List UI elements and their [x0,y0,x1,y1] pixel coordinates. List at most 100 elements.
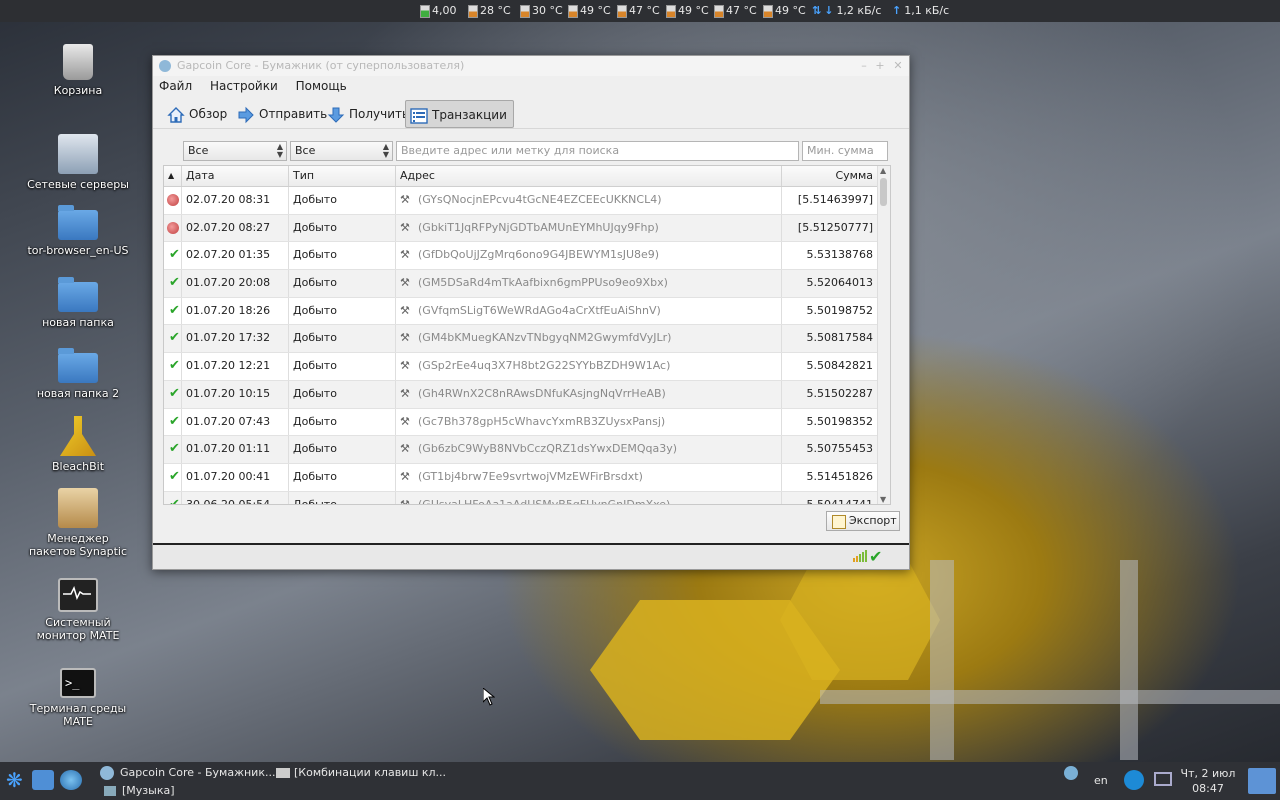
transactions-label: Транзакции [432,108,507,122]
wallpaper-beam [1120,560,1138,760]
type-cell: Добыто [289,214,396,242]
amount-cell: 5.50198752 [782,297,878,325]
temp-sensor-6[interactable]: 47 °C [714,4,757,18]
address-search-input[interactable]: Введите адрес или метку для поиска [396,141,799,161]
date-cell: 01.07.20 18:26 [182,297,289,325]
date-column-header[interactable]: Дата [182,166,289,186]
receive-button[interactable]: Получить [323,100,415,128]
desktop-icon-system-monitor[interactable]: Системный монитор MATE [18,578,138,642]
date-filter-select[interactable]: Все ▲ ▼ [183,141,287,161]
gapcoin-tray-icon[interactable] [1064,766,1078,780]
menu-settings[interactable]: Настройки [210,79,278,93]
table-row[interactable]: ✔ 01.07.20 10:15 Добыто ⚒ (Gh4RWnX2C8nRAwsDN… [164,380,890,409]
menu-launcher-icon[interactable]: ❋ [6,768,23,792]
amount-column-header[interactable]: Сумма [782,166,878,186]
date-cell: 01.07.20 20:08 [182,270,289,297]
table-row[interactable]: ✔ 01.07.20 00:41 Добыто ⚒ (GT1bj4brw7Ee9svrt… [164,463,890,492]
table-row[interactable]: ✔ 02.07.20 01:35 Добыто ⚒ (GfDbQoUjJZgMrq6on… [164,242,890,271]
address-cell: ⚒ (GYsQNocjnEPcvu4tGcNE4EZCEEcUKKNCL4) [396,187,782,214]
type-filter-select[interactable]: Все ▲ ▼ [290,141,393,161]
status-column-header[interactable]: ▲ [164,166,182,186]
show-desktop-icon[interactable] [32,770,54,790]
desktop-icon-trash[interactable]: Корзина [18,44,138,97]
table-scrollbar[interactable]: ▲ ▼ [877,166,890,504]
menu-help[interactable]: Помощь [296,79,347,93]
send-label: Отправить [259,107,328,121]
desktop-icon-terminal[interactable]: >_ Терминал среды MATE [18,668,138,728]
close-button[interactable]: ✕ [891,56,905,76]
temp-value: 49 °C [678,4,709,17]
scroll-thumb[interactable] [880,178,887,206]
table-row[interactable]: ✔ 01.07.20 17:32 Добыто ⚒ (GM4bKMuegKANzvTNb… [164,325,890,354]
type-cell: Добыто [289,380,396,408]
mouse-cursor-icon [483,688,495,706]
table-row[interactable]: ✔ 01.07.20 07:43 Добыто ⚒ (Gc7Bh378gpH5cWhav… [164,408,890,437]
table-row[interactable]: ✔ 01.07.20 20:08 Добыто ⚒ (GM5DSaRd4mTkAafbi… [164,270,890,298]
desktop-icon-synaptic[interactable]: Менеджер пакетов Synaptic [18,488,138,558]
thermometer-icon [763,4,773,18]
desktop-icon-new-folder[interactable]: новая папка [18,274,138,329]
taskbar-item-keyboard-shortcuts[interactable]: [Комбинации клавиш кл... [276,766,446,779]
package-icon [58,488,98,528]
net-up-indicator[interactable]: ↑ 1,1 кБ/с [892,4,949,18]
confirmed-check-icon: ✔ [169,358,180,374]
date-cell: 02.07.20 01:35 [182,242,289,270]
keyboard-layout-indicator[interactable]: en [1094,774,1108,787]
menu-file[interactable]: Файл [159,79,192,93]
date-filter-value: Все [188,144,209,157]
table-row[interactable]: 02.07.20 08:31 Добыто ⚒ (GYsQNocjnEPcvu4tGc… [164,187,890,215]
temp-sensor-5[interactable]: 49 °C [666,4,709,18]
amount-column-label: Сумма [835,169,873,182]
show-desktop-button[interactable] [1248,768,1276,794]
clock[interactable]: Чт, 2 июл 08:47 [1178,766,1238,796]
overview-label: Обзор [189,107,228,121]
table-row[interactable]: ✔ 30.06.20 05:54 Добыто ⚒ (GUsyaLHFoAa1aAdUS… [164,491,890,505]
address-value: (GUsyaLHFoAa1aAdUSMvB5gFUynGnJDmXxe) [418,497,671,505]
scroll-down-icon[interactable]: ▼ [880,495,886,504]
window-titlebar[interactable]: Gapcoin Core - Бумажник (от суперпользов… [153,56,909,76]
table-row[interactable]: ✔ 01.07.20 18:26 Добыто ⚒ (GVfqmSLigT6WeWRdA… [164,297,890,326]
thermometer-icon [520,4,530,18]
mining-pickaxe-icon: ⚒ [400,331,410,345]
temp-sensor-1[interactable]: 28 °C [468,4,511,18]
amount-cell: [5.51463997] [782,187,878,214]
scroll-up-icon[interactable]: ▲ [880,166,886,175]
network-icon[interactable] [1154,772,1172,786]
temp-sensor-3[interactable]: 49 °C [568,4,611,18]
update-manager-icon[interactable] [1124,770,1144,790]
desktop-icon-label: Менеджер пакетов Synaptic [28,532,128,558]
address-column-header[interactable]: Адрес [396,166,782,186]
type-cell: Добыто [289,353,396,380]
status-cell: ✔ [164,353,182,380]
net-down-indicator[interactable]: ⇅ ↓ 1,2 кБ/с [812,4,881,18]
thermometer-icon [617,4,627,18]
table-row[interactable]: ✔ 01.07.20 12:21 Добыто ⚒ (GSp2rEe4uq3X7H8bt… [164,353,890,381]
address-cell: ⚒ (GT1bj4brw7Ee9svrtwojVMzEWFirBrsdxt) [396,463,782,491]
table-row[interactable]: 02.07.20 08:27 Добыто ⚒ (GbkiT1JqRFPyNjGDTb… [164,214,890,243]
desktop-icon-new-folder-2[interactable]: новая папка 2 [18,345,138,400]
desktop-icon-tor-browser[interactable]: tor-browser_en-US [18,202,138,257]
browser-icon[interactable] [60,770,82,790]
gapcoin-app-icon [100,766,114,780]
maximize-button[interactable]: + [873,56,887,76]
temp-sensor-4[interactable]: 47 °C [617,4,660,18]
export-button[interactable]: Экспорт [826,511,900,531]
address-value: (GSp2rEe4uq3X7H8bt2G22SYYbBZDH9W1Ac) [418,359,671,373]
type-column-header[interactable]: Тип [289,166,396,186]
type-cell: Добыто [289,491,396,504]
wallpaper-beam [930,560,954,760]
desktop-icon-network-servers[interactable]: Сетевые серверы [18,134,138,191]
temp-sensor-2[interactable]: 30 °C [520,4,563,18]
date-cell: 02.07.20 08:31 [182,187,289,214]
transactions-button[interactable]: Транзакции [405,100,514,128]
overview-button[interactable]: Обзор [163,100,233,128]
temp-sensor-7[interactable]: 49 °C [763,4,806,18]
send-button[interactable]: Отправить [233,100,333,128]
statusbar: ✔ [153,543,909,569]
cpu-load-indicator[interactable]: 4,00 [420,4,457,18]
min-amount-input[interactable]: Мин. сумма [802,141,888,161]
taskbar-item-music[interactable]: [Музыка] [104,784,175,797]
desktop-icon-bleachbit[interactable]: BleachBit [18,416,138,473]
minimize-button[interactable]: – [857,56,871,76]
table-row[interactable]: ✔ 01.07.20 01:11 Добыто ⚒ (Gb6zbC9WyB8NVbCcz… [164,436,890,464]
